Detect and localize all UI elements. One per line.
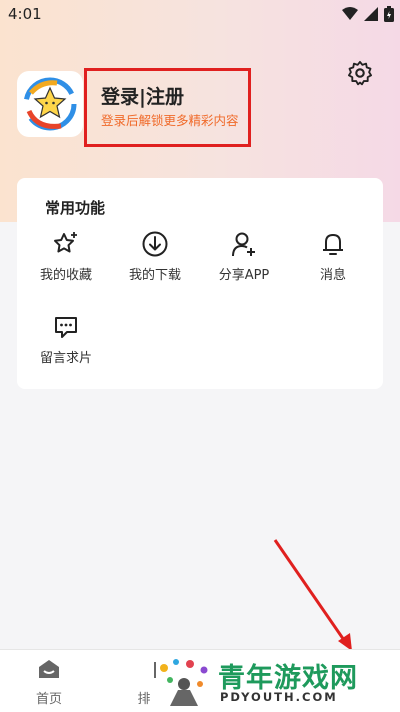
login-register-link[interactable]: 登录|注册 xyxy=(101,82,184,109)
common-functions-card: 常用功能 我的收藏 我的下载 分享APP 消息 留言求片 xyxy=(17,178,383,389)
battery-icon xyxy=(384,6,394,22)
downloads-button[interactable]: 我的下载 xyxy=(111,230,199,283)
signal-icon xyxy=(364,7,378,21)
tab-home-label: 首页 xyxy=(35,692,62,707)
favorites-button[interactable]: 我的收藏 xyxy=(22,230,110,283)
ranking-icon xyxy=(154,662,158,678)
bell-icon xyxy=(323,234,343,255)
download-icon xyxy=(142,231,168,257)
request-movie-label: 留言求片 xyxy=(39,351,92,366)
wifi-icon xyxy=(342,7,358,20)
app-logo-star-icon xyxy=(23,77,77,131)
messages-label: 消息 xyxy=(319,268,346,283)
settings-gear-icon[interactable] xyxy=(346,59,374,87)
share-app-button[interactable]: 分享APP xyxy=(200,230,288,283)
watermark-logo-icon xyxy=(160,659,208,706)
home-icon xyxy=(39,660,59,678)
section-title: 常用功能 xyxy=(45,199,106,217)
messages-button[interactable]: 消息 xyxy=(289,230,377,283)
avatar[interactable] xyxy=(17,71,83,137)
share-app-label: 分享APP xyxy=(218,268,270,283)
annotation-arrow xyxy=(273,539,352,651)
status-time: 4:01 xyxy=(8,5,42,23)
star-sparkle-icon xyxy=(54,232,77,253)
status-bar: 4:01 xyxy=(0,0,400,28)
watermark: 青年游戏网 PDYOUTH.COM xyxy=(156,656,388,708)
login-subtitle: 登录后解锁更多精彩内容 xyxy=(101,113,239,128)
watermark-text-en: PDYOUTH.COM xyxy=(220,690,338,704)
downloads-label: 我的下载 xyxy=(128,268,181,283)
share-user-icon xyxy=(232,232,255,257)
request-movie-button[interactable]: 留言求片 xyxy=(22,313,110,366)
tab-home[interactable]: 首页 xyxy=(19,658,79,707)
message-icon xyxy=(55,317,77,338)
favorites-label: 我的收藏 xyxy=(39,268,92,283)
